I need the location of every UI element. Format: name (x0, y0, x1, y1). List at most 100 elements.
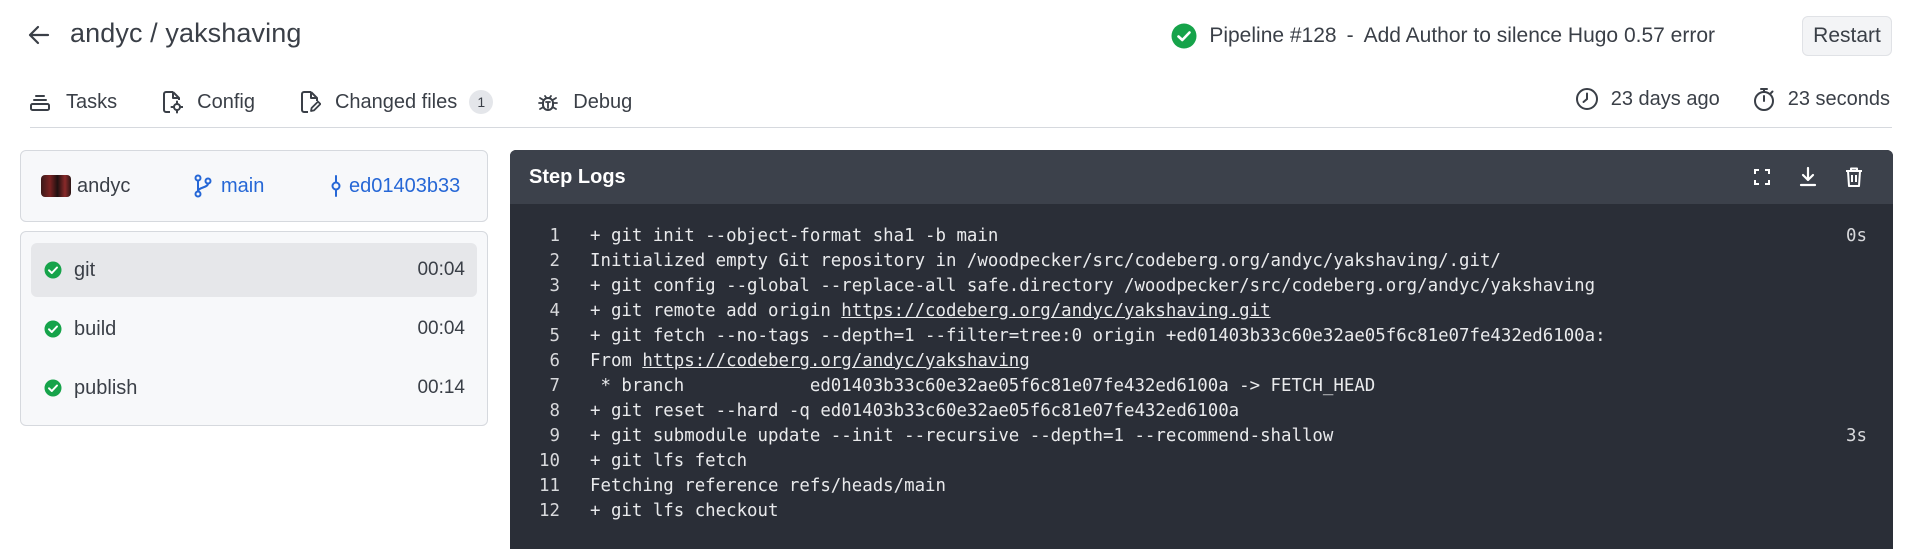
pipeline-tabs: Tasks Config Changed files 1 Debug (28, 84, 676, 120)
tab-changed-files-label: Changed files (334, 90, 458, 113)
log-text: * branch ed01403b33c60e32ae05f6c81e07fe4… (590, 376, 1376, 396)
log-text: + git init --object-format sha1 -b main (590, 226, 999, 246)
log-line-number[interactable]: 7 (510, 374, 560, 399)
author-name: andyc (77, 174, 131, 197)
log-line-number[interactable]: 6 (510, 349, 560, 374)
step-name: build (74, 317, 117, 340)
log-text: Fetching reference refs/heads/main (590, 476, 946, 496)
log-text: + git reset --hard -q ed01403b33c60e32ae… (590, 401, 1240, 421)
log-line-text: Initialized empty Git repository in /woo… (590, 249, 1501, 274)
log-line-number[interactable]: 10 (510, 449, 560, 474)
log-line: 4 + git remote add origin https://codeber… (510, 299, 1893, 324)
log-line: 6 From https://codeberg.org/andyc/yakshav… (510, 349, 1893, 374)
page-header: andyc / yakshaving Pipeline #128 - Add A… (0, 0, 1920, 72)
clock-icon (1575, 88, 1598, 110)
step-publish[interactable]: publish 00:14 (31, 361, 477, 415)
log-line-number[interactable]: 12 (510, 499, 560, 524)
log-line-text: + git config --global --replace-all safe… (590, 274, 1595, 299)
log-text: + git lfs fetch (590, 451, 748, 471)
log-line-text: + git fetch --no-tags --depth=1 --filter… (590, 324, 1606, 349)
log-line-number[interactable]: 9 (510, 424, 560, 449)
step-git[interactable]: git 00:04 (31, 243, 477, 297)
log-link[interactable]: https://codeberg.org/andyc/yakshaving (642, 351, 1029, 371)
pipeline-separator: - (1346, 24, 1354, 47)
success-check-icon (44, 320, 62, 338)
log-text: + git submodule update --init --recursiv… (590, 426, 1334, 446)
fullscreen-icon[interactable] (1749, 164, 1775, 190)
step-duration: 00:14 (417, 377, 465, 398)
branch-link[interactable]: main (193, 174, 264, 198)
pipeline-info: Pipeline #128 - Add Author to silence Hu… (1171, 22, 1715, 50)
log-line-number[interactable]: 2 (510, 249, 560, 274)
log-line: 9 + git submodule update --init --recursi… (510, 424, 1893, 449)
log-line-text: * branch ed01403b33c60e32ae05f6c81e07fe4… (590, 374, 1375, 399)
log-text: + git remote add origin (590, 301, 842, 321)
log-line-number[interactable]: 1 (510, 224, 560, 249)
repo-title[interactable]: andyc / yakshaving (70, 18, 301, 49)
avatar (41, 175, 71, 197)
config-file-icon (163, 91, 184, 114)
log-line-text: Fetching reference refs/heads/main (590, 474, 946, 499)
success-check-icon (44, 261, 62, 279)
steps-list: git 00:04 build 00:04 publish 00:14 (20, 231, 488, 426)
log-line: 2 Initialized empty Git repository in /wo… (510, 249, 1893, 274)
back-arrow-icon[interactable] (26, 22, 52, 48)
tab-config[interactable]: Config (161, 90, 255, 114)
log-line-time: 0s (1846, 226, 1867, 246)
log-line-text: + git submodule update --init --recursiv… (590, 424, 1333, 449)
tab-tasks[interactable]: Tasks (28, 91, 117, 114)
log-line-number[interactable]: 4 (510, 299, 560, 324)
step-logs-panel: Step Logs 1 + git init --object-format sh… (510, 150, 1893, 549)
log-line-text: + git reset --hard -q ed01403b33c60e32ae… (590, 399, 1239, 424)
pipeline-duration: 23 seconds (1752, 86, 1890, 112)
log-line: 5 + git fetch --no-tags --depth=1 --filte… (510, 324, 1893, 349)
log-actions (1729, 164, 1867, 190)
log-text: Initialized empty Git repository in /woo… (590, 251, 1501, 271)
branch-name: main (221, 174, 265, 197)
tab-debug-label: Debug (573, 90, 633, 113)
stopwatch-icon (1753, 88, 1774, 111)
log-title: Step Logs (529, 165, 626, 188)
pipeline-number: Pipeline #128 (1209, 24, 1337, 47)
created-time: 23 days ago (1575, 87, 1720, 111)
log-line-text: From https://codeberg.org/andyc/yakshavi… (590, 349, 1030, 374)
log-text: + git config --global --replace-all safe… (590, 276, 1596, 296)
log-line-text: + git lfs checkout (590, 499, 778, 524)
commit-author: andyc (41, 175, 130, 198)
log-line-number[interactable]: 5 (510, 324, 560, 349)
log-line-text: + git init --object-format sha1 -b main (590, 224, 998, 249)
log-line-number[interactable]: 8 (510, 399, 560, 424)
log-line: 11 Fetching reference refs/heads/main (510, 474, 1893, 499)
git-branch-icon (194, 174, 212, 198)
changed-files-count-badge: 1 (469, 90, 494, 114)
pipeline-message: Add Author to silence Hugo 0.57 error (1363, 24, 1715, 47)
log-line: 1 + git init --object-format sha1 -b main… (510, 224, 1893, 249)
success-check-icon (1171, 23, 1197, 49)
log-body: 1 + git init --object-format sha1 -b main… (510, 204, 1893, 524)
log-line-number[interactable]: 3 (510, 274, 560, 299)
commit-info: andyc main ed01403b33 (20, 150, 488, 222)
restart-button[interactable]: Restart (1802, 16, 1892, 56)
tab-config-label: Config (197, 90, 255, 113)
log-line-number[interactable]: 11 (510, 474, 560, 499)
tab-tasks-label: Tasks (66, 90, 118, 113)
tab-debug[interactable]: Debug (537, 91, 632, 114)
step-duration: 00:04 (417, 259, 465, 280)
bug-icon (538, 95, 559, 111)
log-line: 12 + git lfs checkout (510, 499, 1893, 524)
log-link[interactable]: https://codeberg.org/andyc/yakshaving.gi… (841, 301, 1270, 321)
download-icon[interactable] (1795, 164, 1821, 190)
step-name: git (74, 258, 96, 281)
trash-icon[interactable] (1841, 164, 1867, 190)
log-header: Step Logs (510, 150, 1893, 204)
log-line-time: 3s (1846, 426, 1867, 446)
log-text: + git fetch --no-tags --depth=1 --filter… (590, 326, 1606, 346)
log-text: From (590, 351, 643, 371)
log-line: 7 * branch ed01403b33c60e32ae05f6c81e07f… (510, 374, 1893, 399)
step-name: publish (74, 376, 138, 399)
step-duration: 00:04 (417, 318, 465, 339)
tab-changed-files[interactable]: Changed files 1 (299, 90, 494, 114)
log-line: 8 + git reset --hard -q ed01403b33c60e32a… (510, 399, 1893, 424)
commit-sha-link[interactable]: ed01403b33 (329, 174, 460, 198)
step-build[interactable]: build 00:04 (31, 302, 477, 356)
